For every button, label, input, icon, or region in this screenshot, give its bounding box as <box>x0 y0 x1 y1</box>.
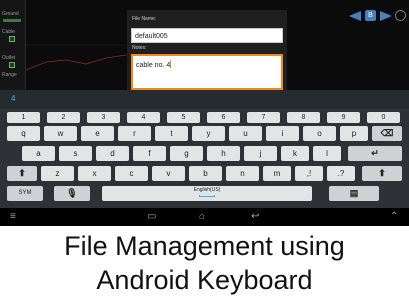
key-t[interactable]: t <box>155 126 188 141</box>
key-8[interactable]: 8 <box>287 112 320 123</box>
key-9[interactable]: 9 <box>327 112 360 123</box>
key-0[interactable]: 0 <box>367 112 400 123</box>
file-dialog: File Name: default005 Notes: cable no. 4 <box>127 10 287 90</box>
space-indicator <box>199 195 215 197</box>
key-d[interactable]: d <box>96 146 129 161</box>
key-m[interactable]: m <box>263 166 291 181</box>
key-a[interactable]: a <box>22 146 55 161</box>
key-r[interactable]: r <box>118 126 151 141</box>
key-comma[interactable]: ,! <box>295 166 323 181</box>
caption: File Management using Android Keyboard <box>0 226 409 299</box>
key-f[interactable]: f <box>133 146 166 161</box>
background-plot <box>26 44 126 71</box>
key-n[interactable]: n <box>226 166 259 181</box>
key-l[interactable]: l <box>313 146 341 161</box>
enter-icon[interactable]: ↵ <box>348 146 402 161</box>
cable-knob[interactable] <box>9 36 15 42</box>
arrow-left-icon[interactable] <box>349 11 361 21</box>
mic-icon[interactable]: 🎙 <box>54 186 90 201</box>
filename-input[interactable]: default005 <box>131 28 283 43</box>
key-3[interactable]: 3 <box>87 112 120 123</box>
android-keyboard: 1 2 3 4 5 6 7 8 9 0 q w e r t y u i o p … <box>0 109 409 208</box>
key-k[interactable]: k <box>281 146 309 161</box>
left-tool-strip: Ground Cable Outlet Range <box>0 0 26 90</box>
notes-input[interactable]: cable no. 4 <box>131 54 283 90</box>
key-s[interactable]: s <box>59 146 92 161</box>
key-b[interactable]: b <box>189 166 222 181</box>
strip-label-ground: Ground <box>2 11 19 17</box>
notes-text: cable no. 4 <box>136 62 171 69</box>
app-area: Ground Cable Outlet Range B File Name: d… <box>0 0 409 90</box>
shift-icon[interactable]: ⬆ <box>7 166 37 181</box>
key-g[interactable]: g <box>170 146 203 161</box>
key-j[interactable]: j <box>244 146 277 161</box>
key-h[interactable]: h <box>207 146 240 161</box>
key-5[interactable]: 5 <box>167 112 200 123</box>
space-language-label: English(US) <box>193 187 221 193</box>
back-icon[interactable]: ↩ <box>251 211 259 223</box>
key-i[interactable]: i <box>266 126 299 141</box>
shift-right-icon[interactable]: ⬆ <box>362 166 402 181</box>
key-e[interactable]: e <box>81 126 114 141</box>
notes-label: Notes: <box>132 45 147 51</box>
key-period[interactable]: .? <box>327 166 355 181</box>
key-o[interactable]: o <box>303 126 336 141</box>
hide-keyboard-icon[interactable]: ⌃ <box>390 211 398 223</box>
filename-label: File Name: <box>132 16 157 22</box>
key-p[interactable]: p <box>340 126 368 141</box>
outlet-knob[interactable] <box>9 62 15 68</box>
key-x[interactable]: x <box>78 166 111 181</box>
clipboard-icon[interactable]: ▤ <box>329 186 379 201</box>
key-u[interactable]: u <box>229 126 262 141</box>
key-c[interactable]: c <box>115 166 148 181</box>
key-2[interactable]: 2 <box>47 112 80 123</box>
key-w[interactable]: w <box>44 126 77 141</box>
tablet-screen: Ground Cable Outlet Range B File Name: d… <box>0 0 409 226</box>
key-4[interactable]: 4 <box>127 112 160 123</box>
circle-button[interactable] <box>395 10 406 21</box>
recents-icon[interactable]: ▭ <box>147 211 156 223</box>
strip-label-outlet: Outlet <box>2 55 16 61</box>
menu-icon[interactable]: ≡ <box>10 211 16 223</box>
key-1[interactable]: 1 <box>7 112 40 123</box>
key-7[interactable]: 7 <box>247 112 280 123</box>
strip-label-cable: Cable <box>2 29 16 35</box>
caption-line-2: Android Keyboard <box>96 265 313 295</box>
suggestion-word[interactable]: 4 <box>11 94 15 103</box>
key-q[interactable]: q <box>7 126 40 141</box>
home-icon[interactable]: ⌂ <box>199 211 205 223</box>
suggestion-bar: 4 <box>0 90 409 109</box>
toolbar-right: B <box>349 9 406 23</box>
caption-line-1: File Management using <box>64 231 345 261</box>
key-v[interactable]: v <box>152 166 185 181</box>
backspace-icon[interactable]: ⌫ <box>372 126 402 141</box>
strip-bar <box>3 19 21 22</box>
arrow-right-icon[interactable] <box>380 11 392 21</box>
key-y[interactable]: y <box>192 126 225 141</box>
key-6[interactable]: 6 <box>207 112 240 123</box>
text-cursor <box>170 60 172 68</box>
tool-box-button[interactable]: B <box>365 10 376 21</box>
strip-label-range: Range <box>2 72 17 78</box>
system-nav-bar: ≡ ▭ ⌂ ↩ ⌃ <box>0 208 409 226</box>
sym-key[interactable]: SYM <box>7 186 43 201</box>
space-key[interactable]: English(US) <box>102 186 312 201</box>
key-z[interactable]: z <box>41 166 74 181</box>
